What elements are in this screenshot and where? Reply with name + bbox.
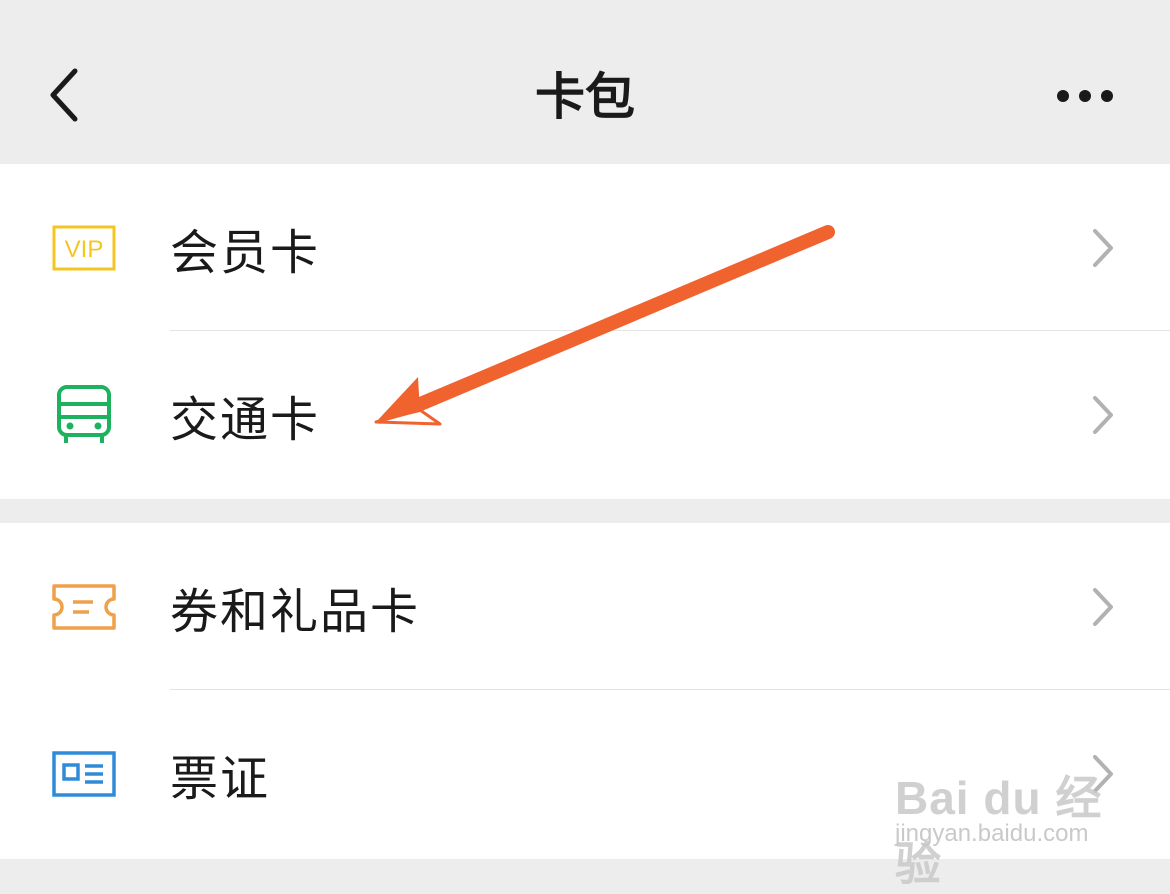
bus-icon [48, 379, 120, 451]
chevron-right-icon [1086, 749, 1120, 799]
card-group-1: VIP 会员卡 交通卡 [0, 164, 1170, 499]
ticket-coupon-icon [48, 571, 120, 643]
list-item-tickets-ids[interactable]: 票证 [0, 690, 1170, 857]
nav-bar: 卡包 [0, 0, 1170, 163]
id-card-icon [48, 738, 120, 810]
list-item-label: 会员卡 [170, 224, 321, 281]
list-item-label: 票证 [170, 750, 271, 807]
list-item-label: 券和礼品卡 [170, 583, 421, 640]
chevron-right-icon [1086, 582, 1120, 632]
page-title: 卡包 [535, 68, 635, 126]
svg-text:VIP: VIP [65, 236, 104, 263]
list-item-membership-card[interactable]: VIP 会员卡 [0, 164, 1170, 331]
chevron-right-icon [1086, 390, 1120, 440]
more-dots-icon [1057, 90, 1113, 102]
vip-card-icon: VIP [48, 212, 120, 284]
chevron-right-icon [1086, 223, 1120, 273]
card-group-2: 券和礼品卡 票证 [0, 523, 1170, 859]
list-item-transit-card[interactable]: 交通卡 [0, 331, 1170, 498]
bottom-spacer [0, 859, 1170, 877]
more-button[interactable] [1040, 66, 1130, 126]
list-item-coupons-gift-cards[interactable]: 券和礼品卡 [0, 523, 1170, 690]
list-item-label: 交通卡 [170, 391, 321, 448]
